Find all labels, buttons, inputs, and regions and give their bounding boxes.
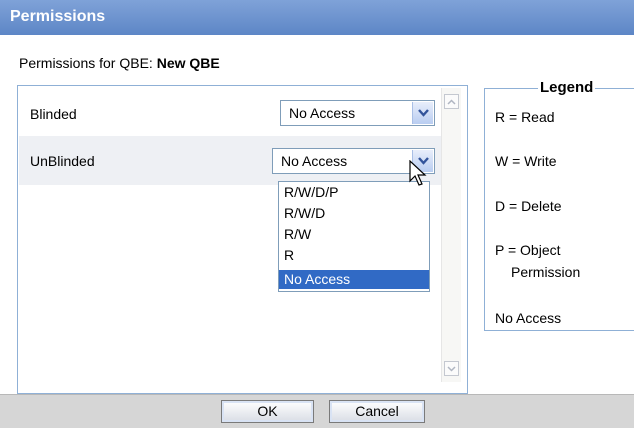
legend-item-read: R = Read — [495, 109, 555, 125]
dialog-title-bar: Permissions — [0, 0, 634, 35]
dialog-title: Permissions — [10, 8, 106, 25]
dropdown-option[interactable]: R/W/D/P — [279, 183, 429, 202]
mouse-cursor-icon — [409, 160, 427, 186]
row-label-unblinded: UnBlinded — [30, 153, 95, 169]
legend-item-write: W = Write — [495, 153, 557, 169]
dialog-footer: OK Cancel — [0, 394, 634, 428]
legend-item-object: P = Object — [495, 242, 561, 258]
permissions-subtitle: Permissions for QBE: New QBE — [19, 55, 220, 71]
ok-button[interactable]: OK — [221, 400, 314, 423]
dropdown-option[interactable]: R/W — [279, 225, 429, 244]
blinded-permission-select[interactable]: No Access — [280, 100, 435, 126]
scroll-up-button[interactable] — [444, 94, 459, 109]
legend-panel: Legend R = Read W = Write D = Delete P =… — [484, 79, 634, 331]
qbe-name: New QBE — [156, 55, 220, 71]
legend-item-delete: D = Delete — [495, 198, 562, 214]
permissions-scrollbar[interactable] — [441, 88, 461, 382]
chevron-down-icon — [447, 365, 456, 372]
dropdown-option-selected[interactable]: No Access — [279, 270, 429, 289]
select-value: No Access — [289, 105, 356, 121]
select-value: No Access — [281, 153, 348, 169]
chevron-up-icon — [447, 98, 456, 105]
permission-row-unblinded: UnBlinded No Access — [19, 136, 441, 185]
legend-item-no-access: No Access — [495, 310, 562, 326]
cancel-button[interactable]: Cancel — [329, 400, 425, 423]
dropdown-option[interactable]: R — [279, 246, 429, 265]
scroll-down-button[interactable] — [444, 361, 459, 376]
legend-title: Legend — [538, 79, 596, 96]
legend-item-permission: Permission — [511, 264, 581, 280]
subtitle-prefix: Permissions for QBE: — [19, 55, 153, 71]
permission-row-blinded: Blinded No Access — [19, 88, 441, 136]
row-label-blinded: Blinded — [30, 106, 77, 122]
permission-dropdown-list[interactable]: R/W/D/P R/W/D R/W R No Access — [278, 181, 430, 292]
chevron-down-icon[interactable] — [412, 102, 433, 124]
dropdown-option[interactable]: R/W/D — [279, 204, 429, 223]
